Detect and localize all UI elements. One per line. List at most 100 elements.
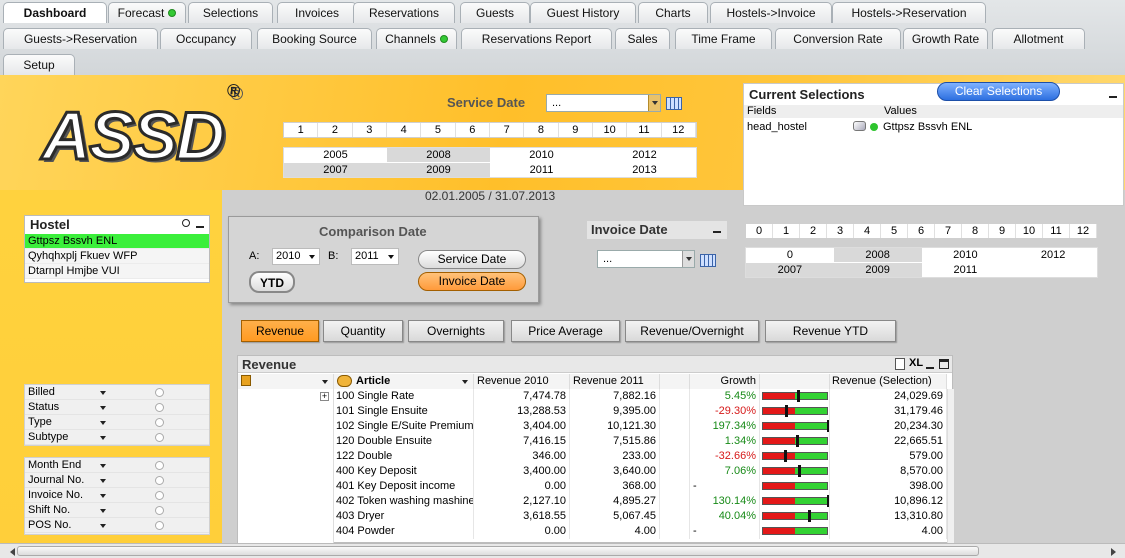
year-cell[interactable]: 2009 (387, 163, 490, 177)
tab-guest-history[interactable]: Guest History (530, 2, 636, 23)
article-column-header[interactable]: Article (334, 374, 474, 389)
tab-guests[interactable]: Guests (460, 2, 530, 23)
table-row[interactable]: 404 Powder 0.00 4.00-4.00 (334, 524, 954, 539)
month-cell[interactable]: 9 (559, 123, 593, 137)
hostel-item[interactable]: Dtarnpl Hmjbe VUI (25, 264, 209, 279)
overnights-button[interactable]: Overnights (408, 320, 504, 342)
minimize-icon[interactable] (196, 226, 204, 228)
chevron-down-icon[interactable] (100, 494, 106, 501)
filter-status[interactable]: Status (25, 400, 209, 415)
table-row[interactable]: 402 Token washing mashine 2,127.10 4,895.2… (334, 494, 954, 509)
month-cell[interactable]: 5 (421, 123, 456, 137)
month-cell[interactable]: 1 (284, 123, 319, 137)
tab-channels[interactable]: Channels (376, 28, 457, 49)
month-cell[interactable]: 8 (962, 224, 989, 238)
table-row[interactable]: 400 Key Deposit 3,400.00 3,640.00 7.06% 8,57… (334, 464, 954, 479)
month-cell[interactable]: 1 (773, 224, 800, 238)
month-cell[interactable]: 3 (827, 224, 854, 238)
table-row[interactable]: 100 Single Rate 7,474.78 7,882.16 5.45% 24,0… (334, 389, 954, 404)
table-row[interactable]: 101 Single Ensuite 13,288.53 9,395.00 -29.3… (334, 404, 954, 419)
calendar-icon[interactable] (700, 254, 716, 267)
year-cell[interactable]: 2005 (284, 148, 387, 162)
filter-invoice-no[interactable]: Invoice No. (25, 488, 209, 503)
month-cell[interactable]: 10 (1016, 224, 1043, 238)
month-cell[interactable]: 12 (662, 123, 696, 137)
filter-pos-no[interactable]: POS No. (25, 518, 209, 533)
month-cell[interactable]: 6 (908, 224, 935, 238)
chevron-down-icon[interactable] (100, 421, 106, 428)
month-cell[interactable]: 10 (593, 123, 628, 137)
table-row[interactable]: 102 Single E/Suite Premium 3,404.00 10,121… (334, 419, 954, 434)
tab-reservations-report[interactable]: Reservations Report (461, 28, 612, 49)
tab-invoices[interactable]: Invoices (277, 2, 357, 23)
year-a-dropdown[interactable]: 2010 (272, 248, 320, 265)
hostel-item[interactable]: Qyhqhxplj Fkuev WFP (25, 249, 209, 264)
tab-hostels-invoice[interactable]: Hostels->Invoice (710, 2, 832, 23)
table-row[interactable]: 120 Double Ensuite 7,416.15 7,515.86 1.34% 2… (334, 434, 954, 449)
year-cell[interactable]: 2007 (284, 163, 387, 177)
tab-hostels-reservation[interactable]: Hostels->Reservation (832, 2, 986, 23)
chevron-down-icon[interactable] (100, 524, 106, 531)
year-cell[interactable]: 2012 (593, 148, 696, 162)
tab-charts[interactable]: Charts (638, 2, 708, 23)
tab-time-frame[interactable]: Time Frame (675, 28, 772, 49)
month-cell[interactable]: 9 (989, 224, 1016, 238)
horizontal-scrollbar[interactable] (0, 543, 1125, 558)
filter-shift-no[interactable]: Shift No. (25, 503, 209, 518)
invoice-date-dropdown[interactable]: ... (597, 250, 695, 268)
filter-billed[interactable]: Billed (25, 385, 209, 400)
year-cell[interactable]: 2011 (490, 163, 593, 177)
year-cell[interactable]: 2008 (387, 148, 490, 162)
month-cell[interactable]: 4 (854, 224, 881, 238)
revenue-2010-header[interactable]: Revenue 2010 (474, 374, 570, 389)
month-cell[interactable]: 0 (746, 224, 773, 238)
minimize-icon[interactable] (926, 367, 934, 369)
search-icon[interactable] (182, 219, 190, 227)
print-icon[interactable] (895, 358, 905, 370)
minimize-icon[interactable] (1109, 96, 1117, 98)
scroll-right-icon[interactable] (1111, 548, 1120, 556)
chevron-down-icon[interactable] (100, 436, 106, 443)
year-cell[interactable]: 2008 (833, 248, 922, 262)
chevron-down-icon[interactable] (100, 406, 106, 413)
year-cell[interactable]: 2009 (833, 263, 922, 277)
lock-icon[interactable] (853, 121, 866, 131)
tab-allotment[interactable]: Allotment (992, 28, 1085, 49)
chevron-down-icon[interactable] (100, 464, 106, 471)
table-row[interactable]: 122 Double 346.00 233.00 -32.66% 579.00 (334, 449, 954, 464)
sort-icon[interactable] (241, 375, 251, 386)
tab-dashboard[interactable]: Dashboard (3, 2, 107, 23)
year-cell[interactable]: 2007 (746, 263, 834, 277)
revenue-overnight-button[interactable]: Revenue/Overnight (625, 320, 759, 342)
year-cell[interactable]: 2013 (593, 163, 696, 177)
filter-type[interactable]: Type (25, 415, 209, 430)
revenue-selection-header[interactable]: Revenue (Selection) (830, 374, 947, 389)
maximize-icon[interactable] (939, 359, 949, 369)
month-cell[interactable]: 5 (881, 224, 908, 238)
chevron-down-icon[interactable] (100, 391, 106, 398)
tab-forecast[interactable]: Forecast (108, 2, 186, 23)
service-date-button[interactable]: Service Date (418, 250, 526, 269)
expand-icon[interactable]: + (320, 392, 329, 401)
scroll-left-icon[interactable] (6, 548, 15, 556)
minimize-icon[interactable] (713, 231, 721, 233)
growth-header[interactable]: Growth (690, 374, 760, 389)
tab-setup[interactable]: Setup (3, 54, 75, 75)
tab-conversion-rate[interactable]: Conversion Rate (775, 28, 901, 49)
revenue-ytd-button[interactable]: Revenue YTD (765, 320, 896, 342)
export-excel-icon[interactable]: XL (909, 357, 923, 369)
month-cell[interactable]: 11 (1043, 224, 1070, 238)
chevron-down-icon[interactable] (462, 380, 468, 387)
month-cell[interactable]: 4 (387, 123, 422, 137)
tab-growth-rate[interactable]: Growth Rate (903, 28, 988, 49)
tab-sales[interactable]: Sales (615, 28, 670, 49)
scrollbar-thumb[interactable] (17, 546, 979, 556)
year-cell[interactable]: 2010 (490, 148, 593, 162)
month-cell[interactable]: 2 (800, 224, 827, 238)
year-b-dropdown[interactable]: 2011 (351, 248, 399, 265)
hostel-item[interactable]: Gttpsz Bssvh ENL (25, 234, 209, 249)
cycle-icon[interactable] (337, 375, 352, 387)
year-cell[interactable]: 2011 (922, 263, 1010, 277)
invoice-date-button[interactable]: Invoice Date (418, 272, 526, 291)
table-row[interactable]: 403 Dryer 3,618.55 5,067.45 40.04% 13,310.80 (334, 509, 954, 524)
